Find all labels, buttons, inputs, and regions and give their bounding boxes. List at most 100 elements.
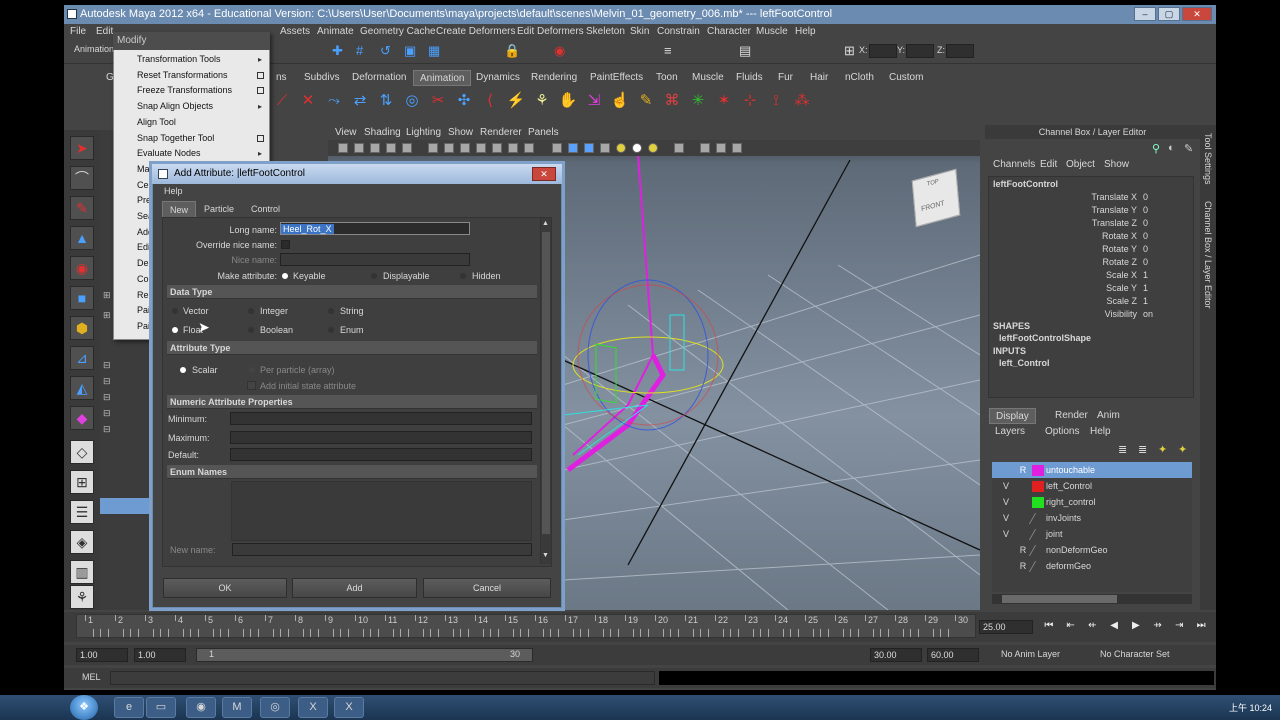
menu-create-deformers[interactable]: Create Deformers xyxy=(436,24,515,40)
ik-handle-icon[interactable]: ✕ xyxy=(296,88,320,114)
hypershade-icon[interactable]: ▥ xyxy=(70,560,94,584)
rotate-icon[interactable]: ◉ xyxy=(70,256,94,280)
transform-field-icon[interactable]: ⊞ xyxy=(844,43,855,59)
ik-spline-icon[interactable]: ⤳ xyxy=(322,88,346,114)
channels-menu[interactable]: Channels xyxy=(993,159,1035,170)
outliner-collapse-icon[interactable]: ⊟ xyxy=(103,408,111,419)
play-forward-icon[interactable]: ▶ xyxy=(1127,620,1145,634)
viewport-menu-renderer[interactable]: Renderer xyxy=(480,125,522,140)
single-perspective-icon[interactable]: ◇ xyxy=(70,440,94,464)
layer-row[interactable]: RnonDeformGeo xyxy=(992,542,1192,558)
layer-hscrollbar[interactable] xyxy=(992,594,1192,604)
shelf-tab-dynamics[interactable]: Dynamics xyxy=(470,70,526,86)
viewport-menu-view[interactable]: View xyxy=(335,125,357,140)
wireframe-on-shaded-icon[interactable] xyxy=(584,143,594,153)
timeline-track[interactable]: 1 2 3 4 5 6 7 8 9 10 11 12 13 14 15 16 17 18 19 20 21 22 23 24 2… xyxy=(76,614,976,638)
menu-geometry-cache[interactable]: Geometry Cache xyxy=(360,24,436,40)
layer-color-swatch[interactable] xyxy=(1028,545,1048,556)
layer-star-icon[interactable]: ✦ xyxy=(1158,443,1167,456)
modify-menu-item[interactable]: Snap Together Tool xyxy=(113,131,270,146)
snap-point-icon[interactable]: ▣ xyxy=(404,43,416,59)
channel-key-icon[interactable]: ⚲ xyxy=(1152,142,1160,155)
isolate-select-icon[interactable] xyxy=(674,143,684,153)
keyable-radio[interactable] xyxy=(282,273,288,279)
ie-icon[interactable]: e xyxy=(114,697,144,718)
option-box-icon[interactable] xyxy=(257,87,264,95)
channel-row[interactable]: Rotate X0 xyxy=(989,231,1195,243)
data-type-header[interactable]: Data Type xyxy=(167,285,537,299)
channel-row[interactable]: Scale Z1 xyxy=(989,296,1195,308)
new-layer-selected-icon[interactable]: ≣ xyxy=(1138,443,1147,456)
go-to-end-icon[interactable]: ⏭ xyxy=(1192,620,1210,634)
channel-row[interactable]: Translate X0 xyxy=(989,192,1195,204)
smooth-shade-icon[interactable] xyxy=(568,143,578,153)
shelf-tab-fluids[interactable]: Fluids xyxy=(730,70,769,86)
modify-menu-item[interactable]: Snap Align Objects ▸ xyxy=(113,99,270,114)
y-field[interactable] xyxy=(906,44,934,58)
minimum-input[interactable] xyxy=(230,412,532,425)
scroll-thumb[interactable] xyxy=(542,232,550,534)
channel-row[interactable]: Scale Y1 xyxy=(989,283,1195,295)
layer-star-selected-icon[interactable]: ✦ xyxy=(1178,443,1187,456)
textured-icon[interactable] xyxy=(600,143,610,153)
aim-constraint-icon[interactable]: ✳ xyxy=(686,88,710,114)
jiggle-icon[interactable]: ⌘ xyxy=(660,88,684,114)
channel-tool-icon[interactable]: ✎ xyxy=(1184,142,1193,155)
scroll-down-icon[interactable]: ▼ xyxy=(542,552,549,559)
channel-row[interactable]: Visibility on xyxy=(989,309,1195,321)
input-node-name[interactable]: left_Control xyxy=(999,358,1050,368)
shelf-tab-rendering[interactable]: Rendering xyxy=(525,70,583,86)
channel-show-menu[interactable]: Show xyxy=(1104,159,1129,170)
four-view-icon[interactable]: ⊞ xyxy=(70,470,94,494)
layer-tab-render[interactable]: Render xyxy=(1049,408,1094,424)
layer-color-swatch[interactable] xyxy=(1032,465,1044,476)
xray-joints-icon[interactable] xyxy=(716,143,726,153)
modify-menu-item[interactable]: Evaluate Nodes ▸ xyxy=(113,146,270,161)
blendshape-icon[interactable]: ⚘ xyxy=(530,88,554,114)
outliner-expand-icon[interactable]: ⊞ xyxy=(103,290,111,301)
modify-menu-item[interactable]: Freeze Transformations xyxy=(113,83,270,98)
layer-row[interactable]: Vright_control xyxy=(992,494,1192,510)
excel-icon-2[interactable]: X xyxy=(334,697,364,718)
wire-icon[interactable]: ⇲ xyxy=(582,88,606,114)
cluster-icon[interactable]: ✣ xyxy=(452,88,476,114)
option-box-icon[interactable] xyxy=(257,134,264,142)
resolution-gate-icon[interactable] xyxy=(460,143,470,153)
string-radio[interactable] xyxy=(328,308,334,314)
dialog-tab-control[interactable]: Control xyxy=(244,201,287,217)
mirror-joint-icon[interactable]: ⇄ xyxy=(348,88,372,114)
playback-end-field[interactable]: 30.00 xyxy=(870,648,922,662)
safe-action-icon[interactable] xyxy=(508,143,518,153)
bookmark-icon[interactable] xyxy=(370,143,380,153)
scroll-up-icon[interactable]: ▲ xyxy=(542,220,549,227)
shelf-tab-deformation[interactable]: Deformation xyxy=(346,70,412,86)
shape-node-name[interactable]: leftFootControlShape xyxy=(999,333,1091,343)
manipulator-icon[interactable]: ⬢ xyxy=(70,316,94,340)
sculpt-icon[interactable]: ☝ xyxy=(608,88,632,114)
select-tool-icon[interactable]: ➤ xyxy=(70,136,94,160)
image-plane-icon[interactable] xyxy=(386,143,396,153)
explorer-icon[interactable]: ▭ xyxy=(146,697,176,718)
paint-select-icon[interactable]: ✎ xyxy=(70,196,94,220)
shelf-tab-custom[interactable]: Custom xyxy=(883,70,929,86)
safe-title-icon[interactable] xyxy=(524,143,534,153)
vector-radio[interactable] xyxy=(172,308,178,314)
excel-icon[interactable]: X xyxy=(298,697,328,718)
step-back-key-icon[interactable]: ⇷ xyxy=(1084,620,1102,634)
field-chart-icon[interactable] xyxy=(492,143,502,153)
scalar-radio[interactable] xyxy=(180,367,186,373)
go-to-start-icon[interactable]: ⏮ xyxy=(1040,620,1058,634)
viewport-menu-shading[interactable]: Shading xyxy=(364,125,401,140)
crosshair-icon[interactable] xyxy=(732,143,742,153)
hidden-radio[interactable] xyxy=(460,273,466,279)
viewport-menu-panels[interactable]: Panels xyxy=(528,125,559,140)
viewport-menu-lighting[interactable]: Lighting xyxy=(406,125,441,140)
step-back-icon[interactable]: ⇤ xyxy=(1062,620,1080,634)
dialog-close-button[interactable]: ✕ xyxy=(532,167,556,181)
lock-icon[interactable]: 🔒 xyxy=(504,43,520,59)
layer-row[interactable]: Vleft_Control xyxy=(992,478,1192,494)
maximize-button[interactable]: ▢ xyxy=(1158,7,1180,21)
menu-muscle[interactable]: Muscle xyxy=(756,24,788,40)
start-time-field[interactable]: 1.00 xyxy=(76,648,128,662)
channel-row[interactable]: Translate Y0 xyxy=(989,205,1195,217)
